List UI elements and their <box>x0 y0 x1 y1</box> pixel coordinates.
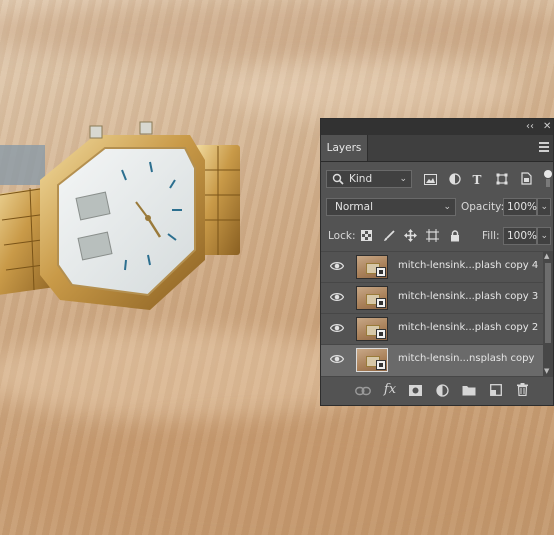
visibility-eye-icon[interactable] <box>330 261 344 271</box>
close-panel-button[interactable]: ✕ <box>543 121 551 133</box>
opacity-input[interactable]: 100% <box>503 198 537 216</box>
layer-name: mitch-lensin...nsplash copy <box>398 353 535 364</box>
visibility-eye-icon[interactable] <box>330 354 344 364</box>
type-layer-filter-icon[interactable]: T <box>471 173 483 187</box>
layer-thumbnail <box>356 286 388 310</box>
opacity-value: 100% <box>507 201 538 213</box>
layer-name: mitch-lensink...plash copy 2 <box>398 322 539 333</box>
visibility-eye-icon[interactable] <box>330 292 344 302</box>
fill-input[interactable]: 100% <box>503 227 537 245</box>
fill-value: 100% <box>507 230 538 242</box>
layer-name: mitch-lensink...plash copy 3 <box>398 291 539 302</box>
opacity-dropdown-button[interactable]: ⌄ <box>537 198 551 216</box>
trash-icon[interactable] <box>517 383 528 396</box>
scrollbar-thumb[interactable] <box>545 263 551 343</box>
scroll-up-icon[interactable]: ▲ <box>544 252 549 260</box>
smart-object-badge-icon <box>376 360 386 370</box>
chevron-down-icon: ⌄ <box>399 174 407 184</box>
lock-label: Lock: <box>328 230 356 242</box>
adjustment-icon[interactable] <box>436 384 449 397</box>
panel-menu-icon[interactable] <box>539 142 549 154</box>
pixel-layer-filter-icon[interactable] <box>424 174 437 185</box>
panel-titlebar: ‹‹ ✕ <box>321 119 553 135</box>
layer-thumbnail <box>356 317 388 341</box>
fx-icon[interactable]: fx <box>382 383 398 397</box>
shape-layer-filter-icon[interactable] <box>496 173 508 185</box>
smart-object-filter-icon[interactable] <box>521 172 532 185</box>
filter-row: Kind ⌄ T <box>321 169 553 191</box>
visibility-eye-icon[interactable] <box>330 323 344 333</box>
scroll-down-icon[interactable]: ▼ <box>544 367 549 375</box>
blend-mode-value: Normal <box>335 201 373 213</box>
chevron-down-icon: ⌄ <box>443 202 451 212</box>
wristwatch-image <box>0 121 240 310</box>
lock-all-icon[interactable] <box>450 230 460 242</box>
chevron-down-icon: ⌄ <box>540 231 548 241</box>
smart-object-badge-icon <box>376 267 386 277</box>
link-icon[interactable] <box>355 386 371 396</box>
layer-list: mitch-lensink...plash copy 4 mitch-lensi… <box>321 251 543 376</box>
collapse-panel-button[interactable]: ‹‹ <box>526 121 534 133</box>
lock-artboard-icon[interactable] <box>426 229 439 242</box>
layer-thumbnail <box>356 348 388 372</box>
blend-mode-dropdown[interactable]: Normal ⌄ <box>326 198 456 216</box>
layer-row[interactable]: mitch-lensink...plash copy 3 <box>321 282 543 313</box>
tab-layers[interactable]: Layers <box>321 135 368 161</box>
layer-row[interactable]: mitch-lensink...plash copy 2 <box>321 313 543 344</box>
new-layer-icon[interactable] <box>490 384 502 396</box>
chevron-down-icon: ⌄ <box>540 202 548 212</box>
lock-transparent-pixels-icon[interactable] <box>361 230 372 241</box>
folder-icon[interactable] <box>462 385 476 396</box>
layer-row[interactable]: mitch-lensink...plash copy 4 <box>321 251 543 282</box>
layer-thumbnail <box>356 255 388 279</box>
smart-object-badge-icon <box>376 329 386 339</box>
filter-kind-value: Kind <box>349 173 373 185</box>
search-icon <box>332 173 344 185</box>
smart-object-badge-icon <box>376 298 386 308</box>
fill-dropdown-button[interactable]: ⌄ <box>537 227 551 245</box>
layer-list-scrollbar[interactable]: ▲ ▼ <box>543 251 553 376</box>
filter-toggle-icon[interactable] <box>544 170 552 188</box>
adjustment-layer-filter-icon[interactable] <box>449 173 461 185</box>
blend-row: Normal ⌄ Opacity: 100% ⌄ <box>321 197 553 217</box>
lock-position-icon[interactable] <box>404 229 417 242</box>
layer-name: mitch-lensink...plash copy 4 <box>398 260 539 271</box>
layer-row-selected[interactable]: mitch-lensin...nsplash copy <box>321 344 543 376</box>
panel-bottom-toolbar: fx <box>321 376 553 405</box>
layers-panel: ‹‹ ✕ Layers Kind ⌄ T Normal ⌄ Opacity: 1… <box>320 118 554 406</box>
lock-row: Lock: Fill: 100% ⌄ <box>321 226 553 246</box>
filter-kind-dropdown[interactable]: Kind ⌄ <box>326 170 412 188</box>
mask-icon[interactable] <box>409 385 422 396</box>
lock-image-pixels-icon[interactable] <box>383 230 395 242</box>
fill-label: Fill: <box>482 230 500 242</box>
opacity-label: Opacity: <box>461 201 505 213</box>
panel-tab-row: Layers <box>321 135 553 162</box>
